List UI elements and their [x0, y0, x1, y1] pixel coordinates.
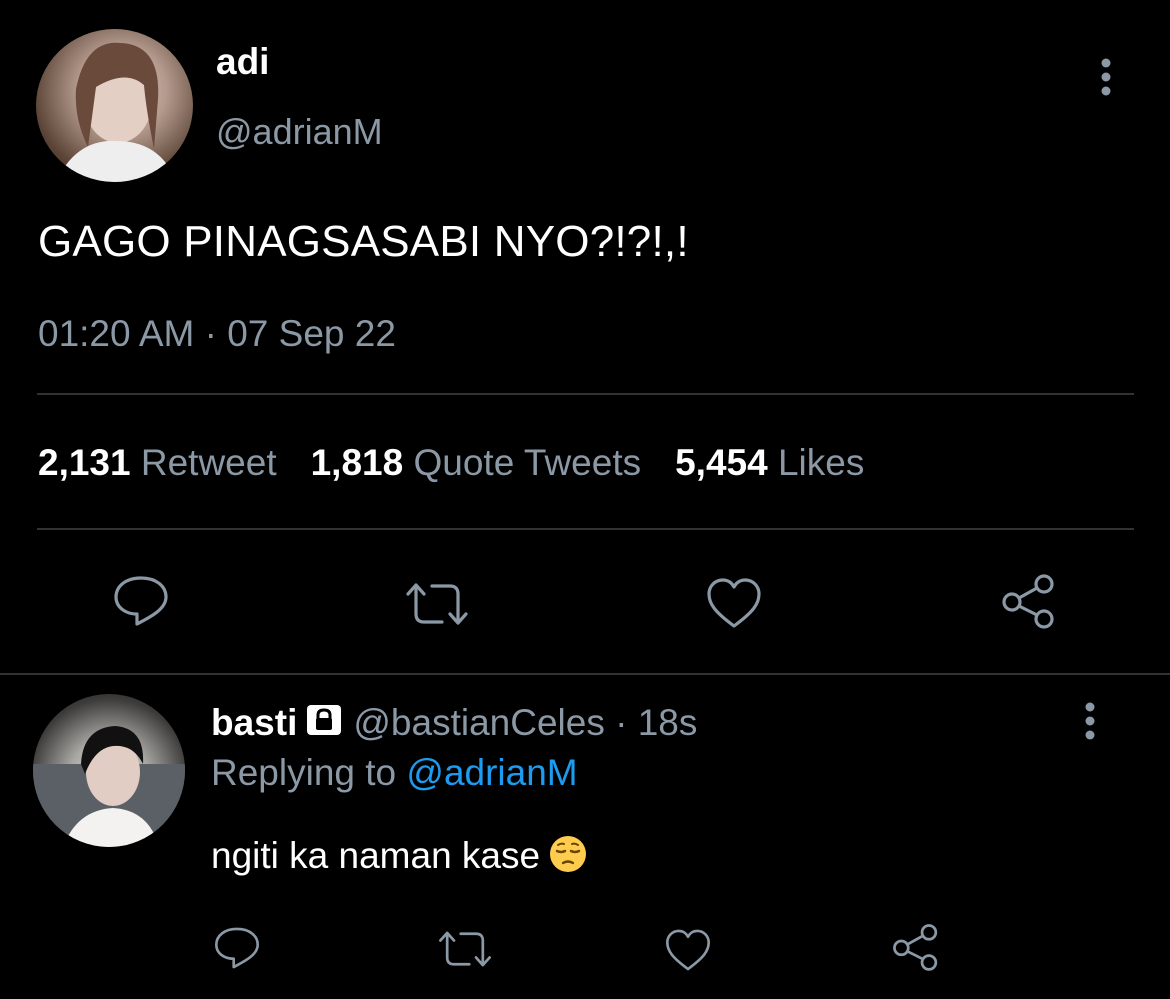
- retweet-button[interactable]: [404, 580, 470, 628]
- more-vertical-icon: [1101, 58, 1111, 96]
- retweet-icon: [406, 583, 468, 625]
- reply-text: ngiti ka naman kase: [211, 835, 541, 876]
- likes-count: 5,454: [675, 442, 768, 483]
- reply-share-button[interactable]: [891, 922, 941, 972]
- retweet-icon: [439, 931, 491, 967]
- reply-icon: [114, 576, 168, 626]
- author-display-name[interactable]: adi: [216, 40, 269, 84]
- tweet-timestamp: 01:20 AM · 07 Sep 22: [38, 313, 396, 354]
- reply-retweet-button[interactable]: [437, 928, 493, 970]
- avatar[interactable]: [36, 29, 193, 182]
- reply-like-button[interactable]: [664, 927, 712, 973]
- tweet-stats: 2,131 Retweet 1,818 Quote Tweets 5,454 Lik…: [38, 440, 864, 486]
- reply-header: basti @bastianCeles · 18s: [211, 700, 697, 748]
- tweet-text: GAGO PINAGSASABI NYO?!?!,!: [38, 217, 689, 266]
- reply-handle-time[interactable]: @bastianCeles · 18s: [353, 702, 697, 743]
- reply-display-name[interactable]: basti: [211, 702, 297, 743]
- like-icon: [707, 578, 761, 628]
- share-button[interactable]: [1000, 572, 1058, 630]
- reply-text-container: ngiti ka naman kase: [211, 833, 588, 879]
- reply-reply-button[interactable]: [213, 925, 261, 971]
- quote-label: Quote Tweets: [413, 442, 642, 483]
- likes-label: Likes: [777, 442, 865, 483]
- quote-stat[interactable]: 1,818 Quote Tweets: [311, 442, 642, 483]
- replying-to: Replying to @adrianM: [211, 750, 578, 796]
- reply-icon: [214, 927, 260, 969]
- replying-mention-link[interactable]: @adrianM: [406, 752, 577, 793]
- likes-stat[interactable]: 5,454 Likes: [675, 442, 864, 483]
- like-button[interactable]: [705, 576, 763, 630]
- retweet-count: 2,131: [38, 442, 131, 483]
- share-icon: [893, 924, 938, 971]
- avatar-photo: [33, 726, 185, 847]
- divider: [37, 528, 1134, 530]
- share-icon: [1002, 574, 1054, 629]
- retweet-label: Retweet: [140, 442, 277, 483]
- reply-more-options-button[interactable]: [1074, 700, 1106, 742]
- divider: [37, 393, 1134, 395]
- replying-prefix: Replying to: [211, 752, 397, 793]
- reply-button[interactable]: [112, 574, 170, 628]
- more-options-button[interactable]: [1090, 57, 1122, 97]
- divider: [0, 673, 1170, 675]
- like-icon: [665, 929, 711, 971]
- quote-count: 1,818: [310, 442, 404, 483]
- author-handle[interactable]: @adrianM: [216, 110, 383, 154]
- lock-icon: [305, 702, 343, 748]
- reply-avatar[interactable]: [33, 694, 185, 847]
- avatar-photo: [56, 42, 176, 182]
- retweet-stat[interactable]: 2,131 Retweet: [38, 442, 277, 483]
- more-vertical-icon: [1085, 702, 1095, 740]
- pensive-face-emoji: [548, 834, 588, 874]
